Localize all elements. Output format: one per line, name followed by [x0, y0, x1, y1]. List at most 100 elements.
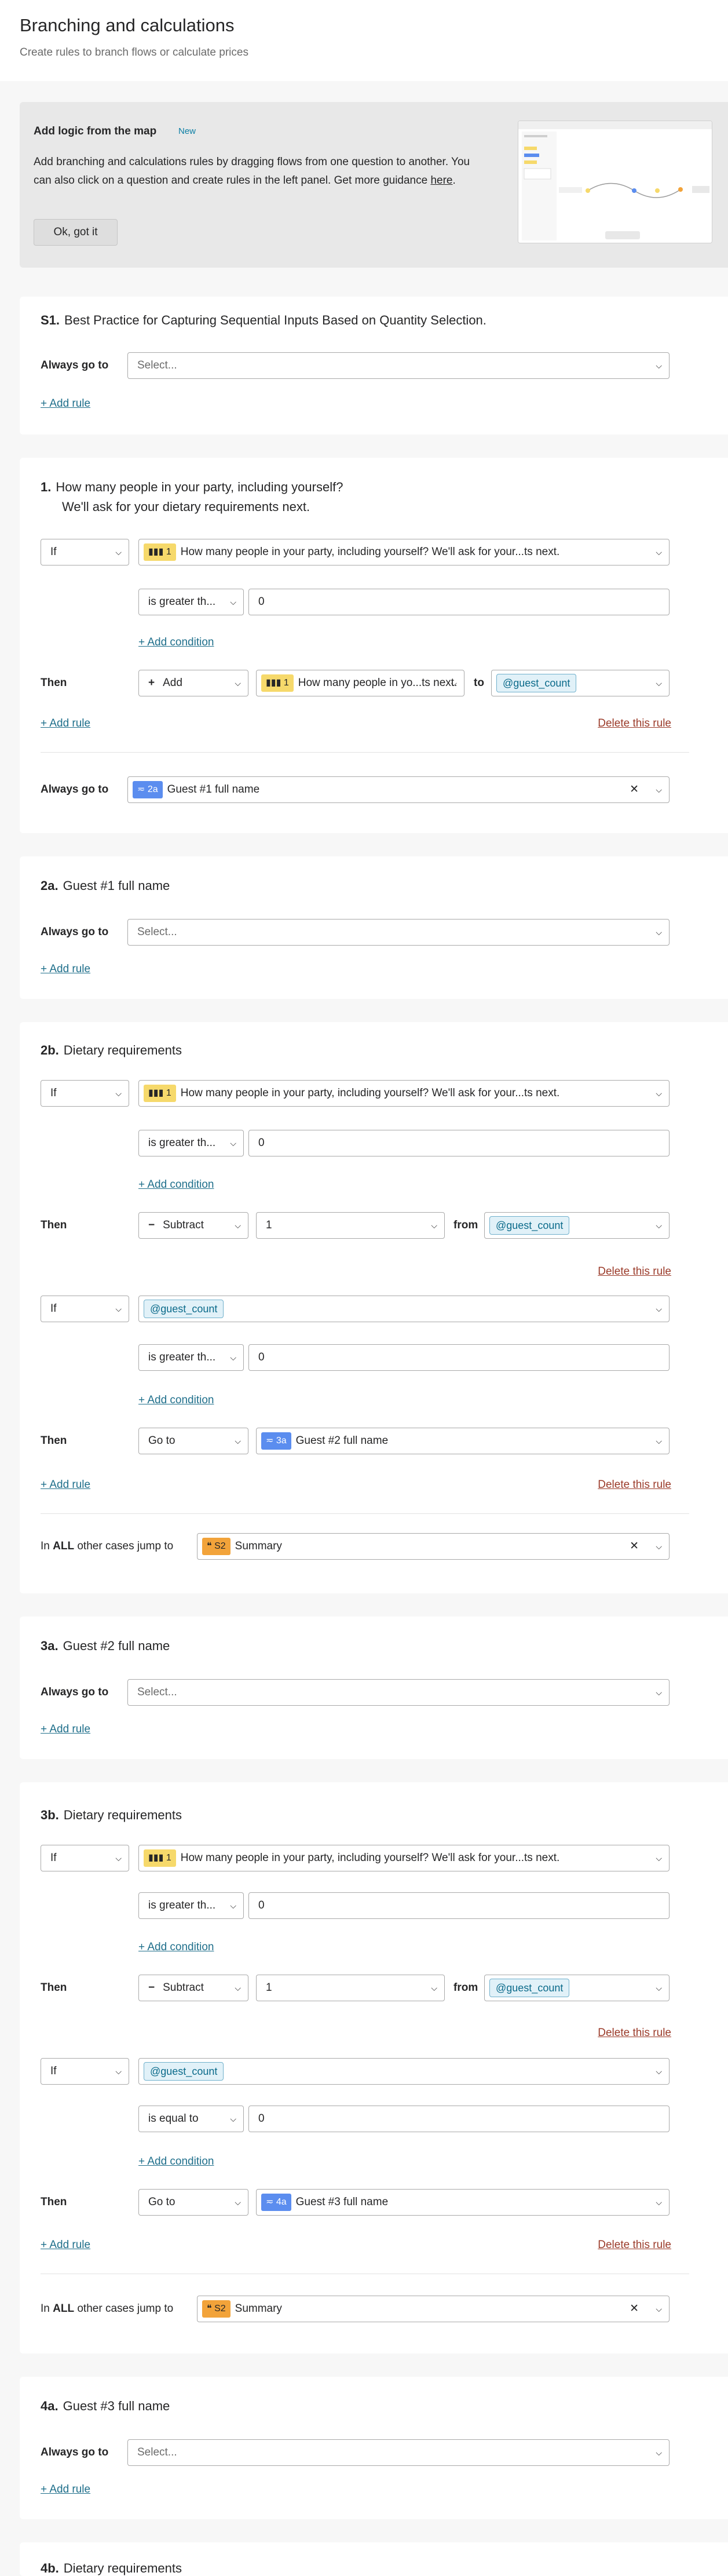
always-go-to-select[interactable]: Select... ⌵ [127, 352, 670, 379]
action-select[interactable]: Go to ⌵ [138, 1428, 248, 1454]
other-cases-select[interactable]: ❝ S2 Summary ✕ ⌵ [197, 1533, 670, 1560]
question-number: 1. [41, 480, 52, 494]
delete-rule-link[interactable]: Delete this rule [598, 1265, 671, 1278]
operator-select[interactable]: is greater th... ⌵ [138, 1892, 244, 1919]
add-condition-link[interactable]: + Add condition [138, 1941, 214, 1954]
condition-variable-select[interactable]: @guest_count ⌵ [138, 1296, 670, 1322]
guidance-link[interactable]: here [430, 174, 452, 187]
operator-select[interactable]: is greater th... ⌵ [138, 589, 244, 615]
action-select[interactable]: + Add ⌵ [138, 670, 248, 696]
add-condition-link[interactable]: + Add condition [138, 2155, 214, 2168]
chevron-down-icon: ⌵ [656, 928, 662, 937]
always-go-to-select[interactable]: Select... ⌵ [127, 2439, 670, 2466]
question-chip-number: 1 [166, 1852, 171, 1863]
question-title-text: Guest #2 full name [63, 1639, 170, 1653]
condition-value-input[interactable]: 0 [248, 1892, 670, 1919]
action-value-select[interactable]: 1 ⌵ [256, 1212, 445, 1239]
chevron-down-icon: ⌵ [235, 678, 241, 688]
chevron-down-icon: ⌵ [230, 1901, 236, 1910]
goto-target-select[interactable]: ≂ 4a Guest #3 full name ⌵ [256, 2189, 670, 2216]
rating-question-chip: ▮▮▮ 1 [144, 1849, 176, 1867]
chevron-down-icon: ⌵ [656, 548, 662, 557]
condition-value-input[interactable]: 0 [248, 2106, 670, 2132]
add-condition-link[interactable]: + Add condition [138, 1394, 214, 1407]
page-subtitle: Create rules to branch flows or calculat… [20, 46, 248, 59]
variable-select[interactable]: @guest_count ⌵ [484, 1212, 670, 1239]
in-text: In [41, 2303, 50, 2315]
delete-rule-link[interactable]: Delete this rule [598, 2027, 671, 2039]
add-rule-link[interactable]: + Add rule [41, 2483, 90, 2496]
select-value: is greater th... [148, 596, 216, 608]
if-select[interactable]: If ⌵ [41, 1080, 129, 1107]
clear-icon[interactable]: ✕ [630, 2296, 639, 2322]
chevron-down-icon: ⌵ [235, 1436, 241, 1446]
add-rule-link[interactable]: + Add rule [41, 2239, 90, 2252]
condition-variable-select[interactable]: @guest_count ⌵ [138, 2058, 670, 2085]
question-title-text: Guest #1 full name [63, 878, 170, 893]
then-label: Then [41, 1435, 67, 1447]
question-card-2a: 2a. Guest #1 full name Always go to Selec… [20, 856, 728, 999]
condition-question-select[interactable]: ▮▮▮ 1 How many people in your party, incl… [138, 1080, 670, 1107]
add-rule-link[interactable]: + Add rule [41, 717, 90, 730]
condition-value-input[interactable]: 0 [248, 1344, 670, 1371]
select-value: If [50, 1087, 57, 1099]
question-chip-number: 1 [166, 1088, 171, 1098]
select-value: Summary [235, 2303, 282, 2315]
select-value: Select... [137, 359, 177, 371]
chevron-down-icon: ⌵ [656, 1983, 662, 1993]
delete-rule-link[interactable]: Delete this rule [598, 2239, 671, 2252]
add-rule-link[interactable]: + Add rule [41, 397, 90, 410]
always-go-to-select[interactable]: ≂ 2a Guest #1 full name ✕ ⌵ [127, 776, 670, 803]
always-go-to-select[interactable]: Select... ⌵ [127, 919, 670, 946]
goto-target-select[interactable]: ≂ 3a Guest #2 full name ⌵ [256, 1428, 670, 1454]
action-value-select[interactable]: ▮▮▮ 1 How many people in yo...ts next. ⌵ [256, 670, 464, 696]
variable-select[interactable]: @guest_count ⌵ [491, 670, 670, 696]
condition-question-select[interactable]: ▮▮▮ 1 How many people in your party, incl… [138, 1845, 670, 1871]
add-condition-link[interactable]: + Add condition [138, 636, 214, 649]
rating-question-chip: ▮▮▮ 1 [144, 543, 176, 561]
promo-title: Add logic from the map [34, 125, 157, 137]
clear-icon[interactable]: ✕ [630, 1534, 639, 1559]
action-select[interactable]: Go to ⌵ [138, 2189, 248, 2216]
delete-rule-link[interactable]: Delete this rule [598, 717, 671, 730]
question-number: 2a. [41, 878, 58, 893]
variable-select[interactable]: @guest_count ⌵ [484, 1975, 670, 2001]
select-value: Guest #2 full name [295, 1435, 389, 1447]
question-chip-number: 3a [276, 1435, 287, 1446]
operator-select[interactable]: is greater th... ⌵ [138, 1130, 244, 1156]
if-select[interactable]: If ⌵ [41, 2058, 129, 2085]
operator-select[interactable]: is greater th... ⌵ [138, 1344, 244, 1371]
ok-got-it-button[interactable]: Ok, got it [34, 219, 118, 246]
always-go-to-select[interactable]: Select... ⌵ [127, 1679, 670, 1706]
select-value: How many people in your party, including… [180, 1852, 560, 1864]
condition-value-input[interactable]: 0 [248, 589, 670, 615]
if-select[interactable]: If ⌵ [41, 1296, 129, 1322]
action-value-select[interactable]: 1 ⌵ [256, 1975, 445, 2001]
chevron-down-icon: ⌵ [451, 678, 457, 688]
add-rule-link[interactable]: + Add rule [41, 963, 90, 976]
add-rule-link[interactable]: + Add rule [41, 1723, 90, 1736]
if-select[interactable]: If ⌵ [41, 539, 129, 565]
other-cases-select[interactable]: ❝ S2 Summary ✕ ⌵ [197, 2296, 670, 2322]
then-label: Then [41, 1219, 67, 1231]
question-chip-number: 2a [147, 784, 158, 794]
chevron-down-icon: ⌵ [656, 1304, 662, 1313]
question-subtitle: We'll ask for your dietary requirements … [62, 499, 310, 514]
action-select[interactable]: − Subtract ⌵ [138, 1212, 248, 1239]
if-select[interactable]: If ⌵ [41, 1845, 129, 1871]
operator-select[interactable]: is equal to ⌵ [138, 2106, 244, 2132]
statement-chip: ❝ S2 [202, 2300, 231, 2318]
delete-rule-link[interactable]: Delete this rule [598, 1479, 671, 1491]
question-title-text: Dietary requirements [63, 2561, 182, 2575]
action-select[interactable]: − Subtract ⌵ [138, 1975, 248, 2001]
clear-icon[interactable]: ✕ [630, 777, 639, 802]
page-header: Branching and calculations Create rules … [0, 0, 728, 81]
select-value: Guest #1 full name [167, 783, 260, 796]
variable-chip: @guest_count [489, 1216, 570, 1235]
condition-question-select[interactable]: ▮▮▮ 1 How many people in your party, incl… [138, 539, 670, 565]
condition-value-input[interactable]: 0 [248, 1130, 670, 1156]
chevron-down-icon: ⌵ [431, 1983, 437, 1993]
add-rule-link[interactable]: + Add rule [41, 1479, 90, 1491]
add-condition-link[interactable]: + Add condition [138, 1178, 214, 1191]
question-title: 1. How many people in your party, includi… [41, 480, 343, 495]
